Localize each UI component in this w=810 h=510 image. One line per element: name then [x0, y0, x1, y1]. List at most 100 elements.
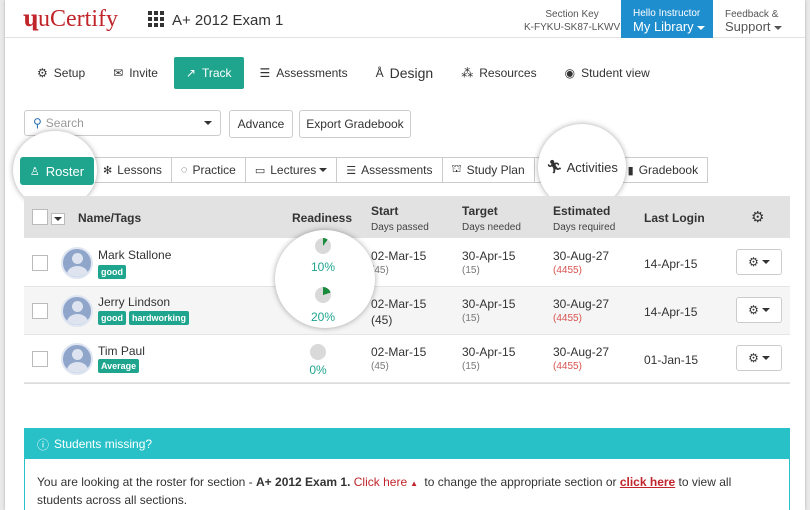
- header-name: Name/Tags: [78, 211, 142, 225]
- student-name[interactable]: Jerry Lindson: [98, 295, 170, 309]
- gear-icon: ⚙: [748, 303, 759, 317]
- last-login: 01-Jan-15: [644, 353, 699, 367]
- nav-resources[interactable]: ⁂ Resources: [449, 57, 548, 89]
- header-readiness: Readiness: [292, 211, 353, 225]
- tab-roster[interactable]: ♙ Roster: [20, 157, 94, 185]
- search-icon: ⚲: [33, 116, 42, 130]
- info-icon: ⓘ: [37, 437, 50, 452]
- running-icon: 🏃︎: [546, 159, 563, 174]
- section-key: Section Key K-FYKU-SK87-LKWV: [524, 8, 620, 34]
- caret-down-icon: [761, 356, 770, 360]
- tags: good: [98, 265, 129, 279]
- estimated-date: 30-Aug-27 (4455): [553, 297, 610, 324]
- app-window: ɥ uCertify A+ 2012 Exam 1 Section Key K-…: [5, 0, 805, 510]
- tag: hardworking: [129, 311, 190, 325]
- nav-track[interactable]: ↗ Track: [173, 57, 244, 89]
- avatar: [61, 295, 93, 327]
- nav-setup[interactable]: ⚙ Setup: [25, 57, 97, 89]
- gear-icon: ⚙: [748, 351, 759, 365]
- tag: good: [98, 311, 126, 325]
- readiness-highlight: 10% 20%: [275, 230, 375, 328]
- tab-assessments[interactable]: ☰ Assessments: [337, 157, 443, 183]
- main-nav: ⚙ Setup ✉ Invite ↗ Track ☰ Assessments Å…: [25, 57, 666, 89]
- avatar: [61, 343, 93, 375]
- readiness-pie: [315, 287, 331, 303]
- change-section-link[interactable]: Click here: [354, 475, 407, 489]
- nav-invite[interactable]: ✉ Invite: [101, 57, 170, 89]
- tag: good: [98, 265, 126, 279]
- nav-assessments[interactable]: ☰ Assessments: [248, 57, 360, 89]
- caret-down-icon: [696, 25, 705, 30]
- section-key-value: K-FYKU-SK87-LKWV: [524, 22, 621, 33]
- tab-practice[interactable]: ◌ Practice: [171, 157, 246, 183]
- header-estimated: Estimated Days required: [553, 204, 616, 233]
- row-checkbox[interactable]: [32, 303, 48, 319]
- target-date: 30-Apr-15 (15): [462, 345, 516, 372]
- panel-body: You are looking at the roster for sectio…: [37, 475, 732, 507]
- tab-lectures[interactable]: ▭ Lectures: [245, 157, 338, 183]
- top-bar: ɥ uCertify A+ 2012 Exam 1 Section Key K-…: [5, 0, 805, 38]
- list-icon: ☰: [346, 164, 357, 177]
- table-header: Name/Tags Readiness Start Days passed Tar…: [24, 196, 790, 238]
- readiness-percent: 20%: [310, 310, 336, 324]
- tags: Average: [98, 359, 142, 373]
- student-name[interactable]: Mark Stallone: [98, 248, 171, 262]
- caret-down-icon: [319, 168, 328, 172]
- view-all-students-link[interactable]: click here: [620, 475, 675, 489]
- feedback-support-menu[interactable]: Feedback & Support: [725, 9, 782, 33]
- logo[interactable]: ɥ uCertify: [23, 6, 118, 33]
- estimated-date: 30-Aug-27 (4455): [553, 249, 610, 276]
- table-bottom-border: [24, 383, 790, 384]
- select-all-dropdown[interactable]: [51, 213, 65, 225]
- section-key-label: Section Key: [545, 9, 599, 20]
- row-actions-button[interactable]: ⚙: [736, 297, 782, 323]
- tab-study-plan[interactable]: ⛫ Study Plan: [442, 157, 535, 183]
- search-placeholder: Search: [45, 116, 84, 130]
- table-row: Tim Paul Average 0% 02-Mar-15 (45) 30-Apr…: [24, 335, 790, 383]
- advance-button[interactable]: Advance: [229, 110, 293, 138]
- envelope-icon: ✉: [113, 66, 124, 80]
- my-library-menu[interactable]: Hello Instructor My Library: [621, 0, 713, 38]
- tab-lessons[interactable]: ✻ Lessons: [94, 157, 172, 183]
- logo-mark-icon: ɥ: [23, 6, 39, 32]
- readiness-pie: [315, 238, 331, 254]
- readiness-percent: 0%: [309, 363, 327, 377]
- row-checkbox[interactable]: [32, 351, 48, 367]
- support-label: Support: [725, 19, 771, 34]
- tab-gradebook[interactable]: ▮ Gradebook: [618, 157, 709, 183]
- avatar: [61, 247, 93, 279]
- caret-down-icon: [761, 308, 770, 312]
- apps-grid-icon[interactable]: [148, 11, 164, 27]
- panel-header: ⓘ Students missing?: [25, 429, 789, 459]
- sliders-icon: ⚙: [37, 66, 48, 80]
- select-all-checkbox[interactable]: [32, 209, 48, 225]
- header-start: Start Days passed: [371, 204, 429, 233]
- course-title: A+ 2012 Exam 1: [172, 12, 284, 29]
- caret-down-icon: [761, 260, 770, 264]
- estimated-date: 30-Aug-27 (4455): [553, 345, 610, 372]
- nav-student-view[interactable]: ◉ Student view: [553, 57, 662, 89]
- caret-down-icon: [54, 217, 62, 221]
- row-checkbox[interactable]: [32, 255, 48, 271]
- start-date: 02-Mar-15 (45): [371, 297, 427, 327]
- student-name[interactable]: Tim Paul: [98, 344, 145, 358]
- panel-title: Students missing?: [54, 437, 153, 451]
- monitor-icon: ▭: [254, 164, 266, 177]
- start-date: 02-Mar-15 (45): [371, 345, 427, 372]
- gear-icon[interactable]: ⚙: [751, 208, 764, 226]
- row-actions-button[interactable]: ⚙: [736, 345, 782, 371]
- compass-icon: Å: [375, 66, 384, 80]
- row-actions-button[interactable]: ⚙: [736, 249, 782, 275]
- caret-down-icon[interactable]: [204, 121, 212, 125]
- table-row: Jerry Lindson good hardworking 02-Mar-15…: [24, 287, 790, 335]
- last-login: 14-Apr-15: [644, 305, 698, 319]
- nav-design[interactable]: Å Design: [364, 57, 446, 89]
- target-date: 30-Apr-15 (15): [462, 249, 516, 276]
- export-gradebook-button[interactable]: Export Gradebook: [299, 110, 411, 138]
- target-date: 30-Apr-15 (15): [462, 297, 516, 324]
- students-missing-panel: ⓘ Students missing? You are looking at t…: [24, 428, 790, 510]
- readiness-percent: 10%: [310, 260, 336, 274]
- caret-up-icon: ▲: [410, 479, 419, 488]
- spinner-icon: ◌: [180, 164, 188, 176]
- gear-icon: ✻: [103, 164, 113, 177]
